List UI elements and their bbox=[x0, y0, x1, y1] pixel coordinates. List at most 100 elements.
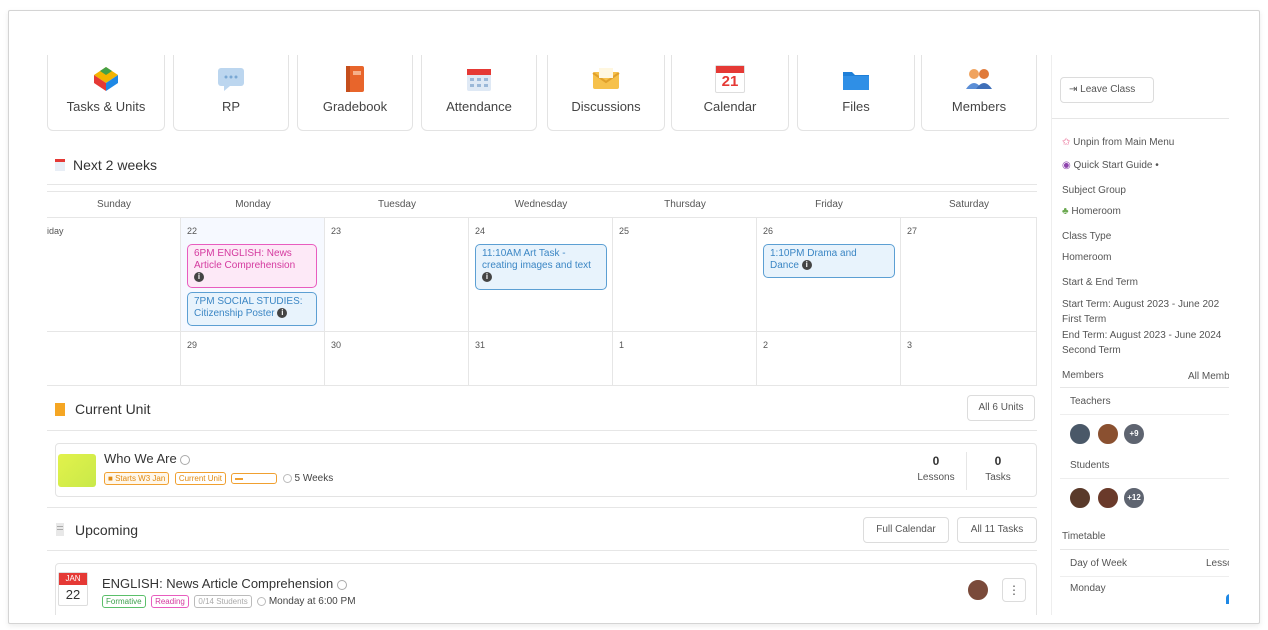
calendar-small-icon bbox=[55, 159, 65, 171]
event-drama-dance[interactable]: 1:10PM Drama and Dance i bbox=[763, 244, 895, 278]
cell-date: iday bbox=[47, 226, 64, 236]
avatar[interactable] bbox=[966, 578, 990, 602]
divider bbox=[966, 452, 967, 490]
tile-rp[interactable]: RP bbox=[173, 55, 289, 131]
tile-members[interactable]: Members bbox=[921, 55, 1037, 131]
start-term: Start Term: August 2023 - June 202 bbox=[1062, 299, 1220, 310]
info-icon[interactable]: i bbox=[482, 272, 492, 283]
calendar-cell[interactable]: 31 bbox=[469, 332, 613, 386]
unit-progress-chip bbox=[231, 473, 278, 485]
calendar-cell[interactable]: 30 bbox=[325, 332, 469, 386]
tasks-stat[interactable]: 0 Tasks bbox=[968, 454, 1028, 483]
more-options-button[interactable]: ⋮ bbox=[1002, 578, 1026, 602]
calendar-cell[interactable]: 23 bbox=[325, 218, 469, 332]
info-icon[interactable]: i bbox=[194, 272, 204, 283]
current-unit-chip: Current Unit bbox=[174, 472, 226, 485]
event-label: 6PM ENGLISH: News Article Comprehension bbox=[194, 248, 296, 271]
tile-label: Calendar bbox=[703, 99, 757, 114]
all-units-button[interactable]: All 6 Units bbox=[967, 395, 1035, 421]
pin-icon: ✩ bbox=[1062, 137, 1071, 148]
cell-date: 25 bbox=[619, 226, 630, 236]
calendar-cell-today[interactable]: 22 6PM ENGLISH: News Article Comprehensi… bbox=[181, 218, 325, 332]
day-header-sunday: Sunday bbox=[47, 192, 181, 218]
upcoming-header: Upcoming Full Calendar All 11 Tasks bbox=[47, 507, 1037, 551]
info-icon[interactable]: i bbox=[801, 260, 812, 271]
tile-gradebook[interactable]: Gradebook bbox=[297, 55, 413, 131]
avatar[interactable] bbox=[1096, 486, 1120, 510]
timetable-table: Day of Week Lesso Monday bbox=[1060, 549, 1229, 615]
subject-group-label: Subject Group bbox=[1062, 185, 1126, 196]
divider bbox=[1060, 414, 1229, 415]
students-chip: 0/14 Students bbox=[194, 595, 252, 608]
all-members-link[interactable]: All Memb bbox=[1188, 371, 1229, 382]
more-teachers-badge[interactable]: +9 bbox=[1122, 422, 1146, 446]
avatar[interactable] bbox=[1096, 422, 1120, 446]
leave-class-button[interactable]: ⇥ Leave Class bbox=[1060, 77, 1154, 103]
event-label: 1:10PM Drama and Dance bbox=[770, 248, 857, 271]
tile-tasks-units[interactable]: Tasks & Units bbox=[47, 55, 165, 131]
leave-icon: ⇥ bbox=[1069, 84, 1078, 95]
calendar-cell[interactable]: 27 bbox=[901, 218, 1037, 332]
calendar-cell[interactable]: 25 bbox=[613, 218, 757, 332]
unpin-link[interactable]: ✩ Unpin from Main Menu bbox=[1062, 137, 1174, 148]
calendar-cell[interactable]: 24 11:10AM Art Task - creating images an… bbox=[469, 218, 613, 332]
cell-date: 3 bbox=[907, 340, 913, 350]
unit-icon bbox=[55, 403, 65, 416]
task-title-row: ENGLISH: News Article Comprehension bbox=[102, 576, 347, 591]
tile-files[interactable]: Files bbox=[797, 55, 915, 131]
event-social-studies[interactable]: 7PM SOCIAL STUDIES: Citizenship Poster i bbox=[187, 292, 317, 326]
day-header-tuesday: Tuesday bbox=[325, 192, 469, 218]
cell-date: 31 bbox=[475, 340, 486, 350]
upcoming-task[interactable]: JAN 22 ENGLISH: News Article Comprehensi… bbox=[55, 563, 1037, 615]
unit-card[interactable]: Who We Are ■ Starts W3 Jan Current Unit … bbox=[55, 443, 1037, 497]
tool-tiles: Tasks & Units RP Gradebook Attendance Di… bbox=[47, 55, 1037, 133]
full-calendar-button[interactable]: Full Calendar bbox=[863, 517, 949, 543]
tasks-count: 0 bbox=[994, 454, 1002, 468]
section-title: Next 2 weeks bbox=[73, 157, 158, 173]
class-type-label: Class Type bbox=[1062, 231, 1112, 242]
task-title[interactable]: ENGLISH: News Article Comprehension bbox=[102, 576, 333, 591]
tile-calendar[interactable]: 21 Calendar bbox=[671, 55, 789, 131]
subject-group-text: Homeroom bbox=[1071, 206, 1121, 217]
calendar-cell[interactable] bbox=[47, 332, 181, 386]
unit-name[interactable]: Who We Are bbox=[104, 451, 177, 466]
tile-label: Tasks & Units bbox=[66, 99, 146, 114]
timetable-col-lesson: Lesso bbox=[1206, 558, 1229, 569]
event-art-task[interactable]: 11:10AM Art Task - creating images and t… bbox=[475, 244, 607, 290]
calendar-cell[interactable]: 1 bbox=[613, 332, 757, 386]
calendar-cell[interactable]: 26 1:10PM Drama and Dance i bbox=[757, 218, 901, 332]
calendar-cell[interactable]: 29 bbox=[181, 332, 325, 386]
lessons-stat[interactable]: 0 Lessons bbox=[906, 454, 966, 483]
tile-label: Discussions bbox=[571, 99, 641, 114]
divider bbox=[1060, 576, 1229, 577]
lesson-marker bbox=[1226, 594, 1229, 604]
cell-date: 1 bbox=[619, 340, 625, 350]
calendar-cell[interactable]: iday bbox=[47, 218, 181, 332]
timetable-col-day: Day of Week bbox=[1070, 558, 1128, 569]
unit-swatch bbox=[58, 454, 96, 487]
avatar[interactable] bbox=[1068, 486, 1092, 510]
quick-start-link[interactable]: ◉ Quick Start Guide • bbox=[1062, 160, 1159, 171]
calendar-cell[interactable]: 3 bbox=[901, 332, 1037, 386]
calendar-cell[interactable]: 2 bbox=[757, 332, 901, 386]
info-outline-icon[interactable] bbox=[336, 579, 347, 590]
lessons-label: Lessons bbox=[917, 472, 955, 483]
more-students-badge[interactable]: +12 bbox=[1122, 486, 1146, 510]
people-icon: ♣ bbox=[1062, 206, 1069, 217]
info-icon[interactable]: i bbox=[277, 308, 288, 319]
teachers-label: Teachers bbox=[1070, 396, 1111, 407]
avatar[interactable] bbox=[1068, 422, 1092, 446]
tile-label: RP bbox=[221, 99, 241, 114]
timetable-row-day: Monday bbox=[1070, 583, 1106, 594]
event-english[interactable]: 6PM ENGLISH: News Article Comprehension … bbox=[187, 244, 317, 288]
day-header-saturday: Saturday bbox=[901, 192, 1037, 218]
all-tasks-button[interactable]: All 11 Tasks bbox=[957, 517, 1037, 543]
tile-discussions[interactable]: Discussions bbox=[547, 55, 665, 131]
calendar-icon-date: 21 bbox=[721, 73, 739, 90]
tile-attendance[interactable]: Attendance bbox=[421, 55, 537, 131]
gradebook-icon bbox=[346, 66, 364, 92]
info-outline-icon[interactable] bbox=[180, 454, 191, 465]
unit-duration: 5 Weeks bbox=[294, 473, 334, 484]
tile-label: Attendance bbox=[446, 99, 512, 114]
quick-start-label: Quick Start Guide bbox=[1073, 160, 1153, 171]
